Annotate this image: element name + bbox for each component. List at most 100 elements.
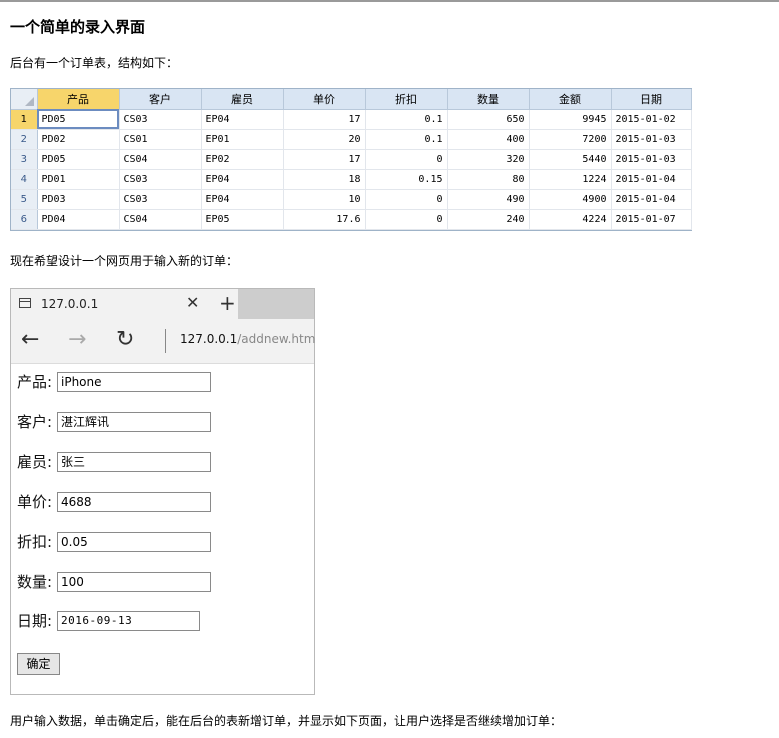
table-cell[interactable]: EP04 xyxy=(201,109,284,130)
table-cell[interactable]: 240 xyxy=(447,209,530,230)
table-cell[interactable]: EP01 xyxy=(201,129,284,150)
table-cell[interactable]: PD04 xyxy=(37,209,120,230)
table-cell[interactable]: EP05 xyxy=(201,209,284,230)
browser-tab[interactable]: 127.0.0.1 ✕ xyxy=(11,289,238,319)
table-cell[interactable]: 650 xyxy=(447,109,530,130)
date-label: 日期: xyxy=(17,612,53,630)
table-cell[interactable]: 0 xyxy=(365,149,448,170)
table-cell[interactable]: PD01 xyxy=(37,169,120,190)
table-cell[interactable]: 17 xyxy=(283,109,366,130)
url-host: 127.0.0.1 xyxy=(180,332,238,346)
table-cell[interactable]: 2015-01-03 xyxy=(611,149,692,170)
col-header[interactable]: 客户 xyxy=(119,89,202,110)
table-row: 1 PD05 CS03 EP04 17 0.1 650 9945 2015-01… xyxy=(11,109,692,130)
table-cell[interactable]: 17 xyxy=(283,149,366,170)
col-header[interactable]: 产品 xyxy=(37,89,120,110)
page-top-border xyxy=(0,0,779,2)
table-cell[interactable]: CS03 xyxy=(119,189,202,210)
product-input[interactable]: iPhone xyxy=(57,372,211,392)
sheet-corner[interactable] xyxy=(11,89,38,110)
discount-label: 折扣: xyxy=(17,533,53,551)
close-icon[interactable]: ✕ xyxy=(186,293,199,312)
url-path: /addnew.htm xyxy=(237,332,316,346)
tab-bar: 127.0.0.1 ✕ + xyxy=(11,289,314,319)
table-cell[interactable]: 490 xyxy=(447,189,530,210)
col-header[interactable]: 雇员 xyxy=(201,89,284,110)
submit-button[interactable]: 确定 xyxy=(17,653,60,675)
nav-bar: ← → ↻ 127.0.0.1/addnew.htm xyxy=(11,319,315,364)
table-cell[interactable]: 80 xyxy=(447,169,530,190)
new-tab-icon[interactable]: + xyxy=(219,291,236,315)
row-number[interactable]: 4 xyxy=(11,169,38,190)
select-all-icon xyxy=(24,96,34,106)
table-cell[interactable]: 18 xyxy=(283,169,366,190)
table-cell[interactable]: 7200 xyxy=(529,129,612,150)
table-cell[interactable]: 0.15 xyxy=(365,169,448,190)
table-cell[interactable]: 5440 xyxy=(529,149,612,170)
table-cell[interactable]: PD05 xyxy=(37,109,120,130)
table-cell[interactable]: 20 xyxy=(283,129,366,150)
table-cell[interactable]: 2015-01-02 xyxy=(611,109,692,130)
table-cell[interactable]: 2015-01-03 xyxy=(611,129,692,150)
table-cell[interactable]: CS04 xyxy=(119,149,202,170)
row-number[interactable]: 2 xyxy=(11,129,38,150)
table-cell[interactable]: EP04 xyxy=(201,169,284,190)
customer-label: 客户: xyxy=(17,413,53,431)
table-cell[interactable]: 9945 xyxy=(529,109,612,130)
table-cell[interactable]: 0.1 xyxy=(365,109,448,130)
row-number[interactable]: 3 xyxy=(11,149,38,170)
col-header[interactable]: 日期 xyxy=(611,89,692,110)
table-cell[interactable]: 4224 xyxy=(529,209,612,230)
browser-window: 127.0.0.1 ✕ + ← → ↻ 127.0.0.1/addnew.htm… xyxy=(10,288,315,695)
nav-divider xyxy=(165,329,166,353)
row-number[interactable]: 5 xyxy=(11,189,38,210)
table-row: 4 PD01 CS03 EP04 18 0.15 80 1224 2015-01… xyxy=(11,169,692,190)
table-cell[interactable]: 10 xyxy=(283,189,366,210)
table-cell[interactable]: 1224 xyxy=(529,169,612,190)
table-cell[interactable]: CS01 xyxy=(119,129,202,150)
col-header[interactable]: 数量 xyxy=(447,89,530,110)
table-cell[interactable]: EP02 xyxy=(201,149,284,170)
forward-icon[interactable]: → xyxy=(68,327,86,352)
col-header[interactable]: 折扣 xyxy=(365,89,448,110)
table-cell[interactable]: 400 xyxy=(447,129,530,150)
table-cell[interactable]: 17.6 xyxy=(283,209,366,230)
table-cell[interactable]: 0.1 xyxy=(365,129,448,150)
col-header[interactable]: 金额 xyxy=(529,89,612,110)
table-cell[interactable]: 2015-01-04 xyxy=(611,169,692,190)
table-cell[interactable]: 4900 xyxy=(529,189,612,210)
address-bar[interactable]: 127.0.0.1/addnew.htm xyxy=(180,332,315,346)
col-header[interactable]: 单价 xyxy=(283,89,366,110)
page-icon xyxy=(19,298,31,308)
employee-label: 雇员: xyxy=(17,453,53,471)
back-icon[interactable]: ← xyxy=(21,327,39,352)
row-number[interactable]: 6 xyxy=(11,209,38,230)
table-cell[interactable]: PD05 xyxy=(37,149,120,170)
customer-input[interactable]: 湛江辉讯 xyxy=(57,412,211,432)
refresh-icon[interactable]: ↻ xyxy=(116,327,134,352)
table-row: 2 PD02 CS01 EP01 20 0.1 400 7200 2015-01… xyxy=(11,129,692,150)
table-row: 3 PD05 CS04 EP02 17 0 320 5440 2015-01-0… xyxy=(11,149,692,170)
table-cell[interactable]: PD03 xyxy=(37,189,120,210)
table-cell[interactable]: PD02 xyxy=(37,129,120,150)
table-cell[interactable]: EP04 xyxy=(201,189,284,210)
quantity-input[interactable]: 100 xyxy=(57,572,211,592)
table-cell[interactable]: CS03 xyxy=(119,109,202,130)
table-cell[interactable]: 0 xyxy=(365,209,448,230)
middle-text: 现在希望设计一个网页用于输入新的订单： xyxy=(10,254,239,268)
discount-input[interactable]: 0.05 xyxy=(57,532,211,552)
intro-text: 后台有一个订单表，结构如下： xyxy=(10,56,179,70)
table-cell[interactable]: 2015-01-07 xyxy=(611,209,692,230)
tab-title: 127.0.0.1 xyxy=(41,297,99,311)
product-label: 产品: xyxy=(17,373,53,391)
table-cell[interactable]: 0 xyxy=(365,189,448,210)
date-input[interactable]: 2016-09-13 xyxy=(57,611,200,631)
order-table: 产品 客户 雇员 单价 折扣 数量 金额 日期 1 PD05 CS03 EP04… xyxy=(11,89,692,230)
price-input[interactable]: 4688 xyxy=(57,492,211,512)
table-cell[interactable]: CS04 xyxy=(119,209,202,230)
row-number[interactable]: 1 xyxy=(11,109,38,130)
table-cell[interactable]: CS03 xyxy=(119,169,202,190)
table-cell[interactable]: 2015-01-04 xyxy=(611,189,692,210)
employee-input[interactable]: 张三 xyxy=(57,452,211,472)
table-cell[interactable]: 320 xyxy=(447,149,530,170)
